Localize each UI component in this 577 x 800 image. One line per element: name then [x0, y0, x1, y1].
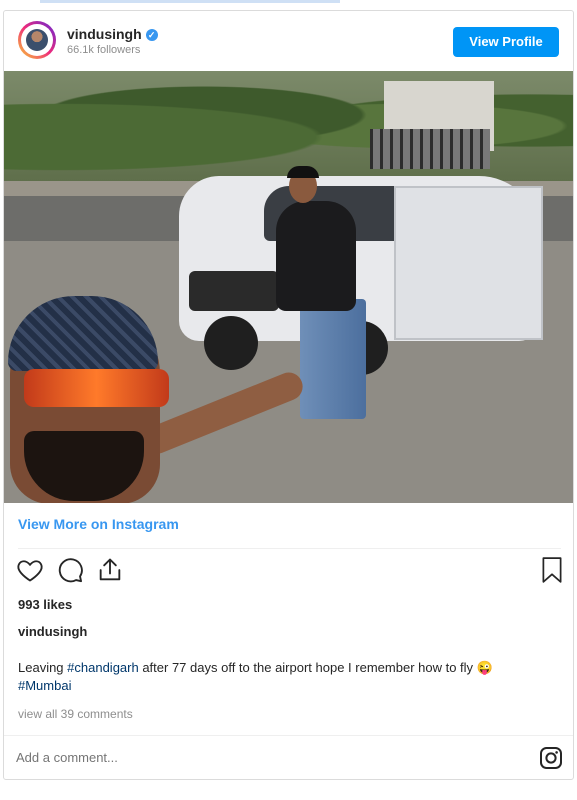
- heart-icon[interactable]: [16, 556, 44, 584]
- avatar[interactable]: [18, 21, 56, 59]
- username-text: vindusingh: [67, 26, 142, 42]
- post-header: vindusingh ✓ 66.1k followers View Profile: [4, 11, 573, 71]
- photo-car-grille: [189, 271, 279, 311]
- instagram-embed-card: vindusingh ✓ 66.1k followers View Profile…: [3, 10, 574, 780]
- photo-man-jeans: [300, 299, 366, 419]
- instagram-icon[interactable]: [539, 746, 563, 770]
- post-caption: Leaving #chandigarh after 77 days off to…: [18, 659, 563, 695]
- view-profile-button[interactable]: View Profile: [453, 27, 559, 57]
- page-top-strip: [0, 0, 577, 8]
- avatar-image: [26, 29, 48, 51]
- comment-input[interactable]: [16, 750, 496, 765]
- caption-text-1: Leaving: [18, 660, 68, 675]
- post-actions-bar: [14, 556, 567, 592]
- view-more-on-instagram-link[interactable]: View More on Instagram: [18, 516, 179, 532]
- caption-username[interactable]: vindusingh: [18, 624, 87, 639]
- followers-count: 66.1k followers: [67, 44, 141, 56]
- username-link[interactable]: vindusingh ✓: [67, 26, 158, 42]
- photo-gate: [370, 129, 490, 169]
- photo-sunglasses: [24, 369, 169, 407]
- verified-badge-icon: ✓: [145, 29, 158, 41]
- avatar-ring-inner: [21, 24, 53, 56]
- hashtag-link[interactable]: #chandigarh: [67, 660, 139, 675]
- divider: [18, 548, 561, 549]
- hashtag-link[interactable]: #Mumbai: [18, 678, 71, 693]
- top-strip-line: [40, 0, 340, 3]
- photo-car-wheel-front: [204, 316, 258, 370]
- share-icon[interactable]: [96, 556, 124, 584]
- bookmark-icon[interactable]: [539, 556, 565, 584]
- comment-icon[interactable]: [56, 556, 84, 584]
- caption-text-2: after 77 days off to the airport hope I …: [138, 660, 493, 675]
- photo-man-shirt: [276, 201, 356, 311]
- photo-car-door: [394, 186, 543, 340]
- view-all-comments-link[interactable]: view all 39 comments: [18, 707, 133, 721]
- add-comment-bar: [4, 735, 573, 779]
- photo-man-cap: [287, 166, 319, 178]
- post-photo[interactable]: [4, 71, 573, 503]
- likes-count[interactable]: 993 likes: [18, 597, 72, 612]
